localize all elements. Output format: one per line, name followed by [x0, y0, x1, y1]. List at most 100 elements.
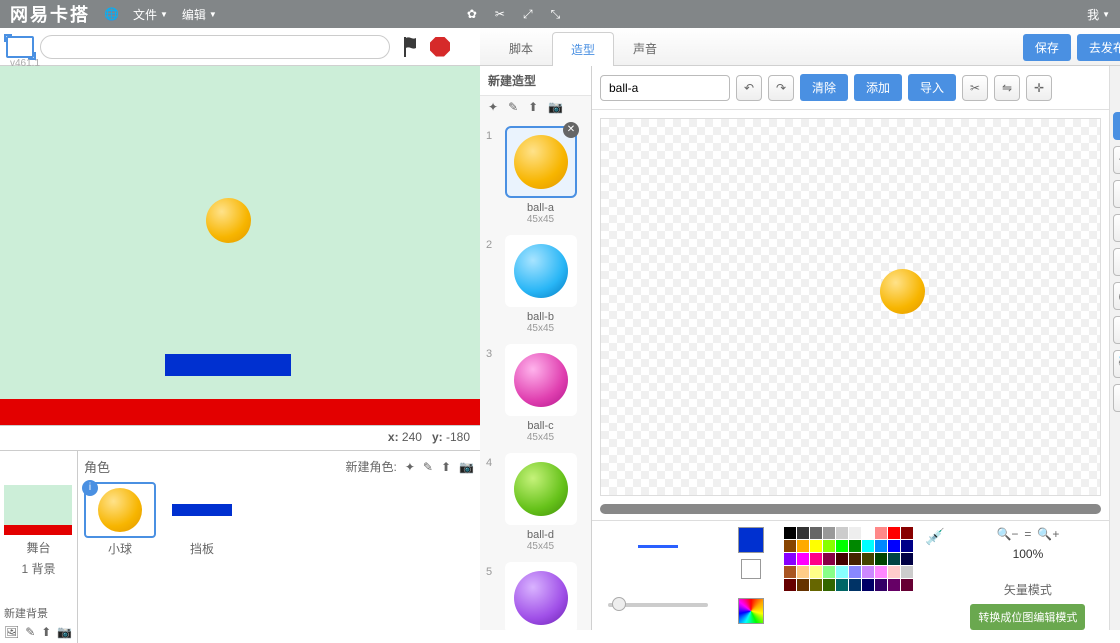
costume-upload-icon[interactable]: ⬆ [528, 100, 538, 114]
palette-swatch[interactable] [823, 540, 835, 552]
palette-swatch[interactable] [836, 527, 848, 539]
palette-swatch[interactable] [823, 566, 835, 578]
fullscreen-icon[interactable] [6, 36, 34, 58]
backdrop-library-icon[interactable]: 🖼 [4, 625, 19, 639]
stroke-width-slider[interactable] [608, 603, 708, 607]
zoom-in-icon[interactable]: 🔍+ [1037, 527, 1059, 541]
palette-swatch[interactable] [862, 540, 874, 552]
reshape-tool-icon[interactable]: 〰 [1113, 146, 1120, 174]
stage-thumbnail[interactable] [4, 485, 72, 535]
scissors-icon[interactable]: ✂ [495, 7, 505, 22]
palette-swatch[interactable] [875, 540, 887, 552]
stamp-icon[interactable]: ✿ [467, 7, 477, 22]
center-icon[interactable]: ✛ [1026, 75, 1052, 101]
palette-swatch[interactable] [862, 579, 874, 591]
secondary-color-swatch[interactable] [741, 559, 761, 579]
shrink-icon[interactable]: ⤡ [551, 7, 561, 22]
palette-swatch[interactable] [849, 566, 861, 578]
zoom-out-icon[interactable]: 🔍− [996, 527, 1018, 541]
palette-swatch[interactable] [797, 566, 809, 578]
costume-item-ball-b[interactable]: 2 ✕ ball-b 45x45 [500, 235, 581, 334]
palette-swatch[interactable] [810, 540, 822, 552]
costume-camera-icon[interactable]: 📷 [548, 100, 563, 114]
palette-swatch[interactable] [784, 540, 796, 552]
palette-swatch[interactable] [888, 540, 900, 552]
project-title-input[interactable] [40, 35, 390, 59]
stage-sprite-paddle[interactable] [165, 354, 291, 376]
palette-swatch[interactable] [901, 566, 913, 578]
palette-swatch[interactable] [888, 553, 900, 565]
palette-swatch[interactable] [797, 527, 809, 539]
eyedropper-icon[interactable]: 💉 [925, 527, 945, 547]
undo-button[interactable]: ↶ [736, 75, 762, 101]
palette-swatch[interactable] [901, 540, 913, 552]
palette-swatch[interactable] [810, 553, 822, 565]
costume-delete-icon[interactable]: ✕ [563, 122, 579, 138]
select-tool-icon[interactable]: ↖ [1113, 112, 1120, 140]
paint-canvas[interactable] [600, 118, 1101, 496]
palette-swatch[interactable] [823, 553, 835, 565]
add-button[interactable]: 添加 [854, 74, 902, 101]
backdrop-camera-icon[interactable]: 📷 [57, 625, 72, 639]
menu-file[interactable]: 文件▼ [133, 6, 168, 23]
sprite-upload-icon[interactable]: ⬆ [441, 460, 451, 474]
palette-swatch[interactable] [810, 566, 822, 578]
palette-swatch[interactable] [784, 553, 796, 565]
palette-swatch[interactable] [862, 566, 874, 578]
tab-costumes[interactable]: 造型 [552, 32, 614, 66]
line-tool-icon[interactable]: ＼ [1113, 214, 1120, 242]
stage[interactable] [0, 66, 480, 426]
palette-swatch[interactable] [901, 579, 913, 591]
palette-swatch[interactable] [849, 540, 861, 552]
costume-name-input[interactable] [600, 75, 730, 101]
costume-item-ball-e[interactable]: 5 ✕ ball-e 45x45 [500, 562, 581, 630]
backdrop-upload-icon[interactable]: ⬆ [41, 625, 51, 639]
green-flag-button[interactable] [400, 35, 424, 59]
sprite-item-ball[interactable]: i 小球 [84, 482, 156, 557]
color-picker-icon[interactable] [738, 598, 764, 624]
palette-swatch[interactable] [784, 566, 796, 578]
palette-swatch[interactable] [836, 553, 848, 565]
costume-paint-icon[interactable]: ✎ [508, 100, 518, 114]
backdrop-paint-icon[interactable]: ✎ [25, 625, 35, 639]
sprite-camera-icon[interactable]: 📷 [459, 460, 474, 474]
sprite-item-paddle[interactable]: 挡板 [166, 482, 238, 557]
palette-swatch[interactable] [810, 527, 822, 539]
palette-swatch[interactable] [797, 579, 809, 591]
zoom-reset-icon[interactable]: = [1024, 527, 1031, 541]
costume-item-ball-a[interactable]: 1 ✕ ball-a 45x45 [500, 126, 581, 225]
redo-button[interactable]: ↷ [768, 75, 794, 101]
crop-icon[interactable]: ✂ [962, 75, 988, 101]
costume-library-icon[interactable]: ✦ [488, 100, 498, 114]
sprite-paint-icon[interactable]: ✎ [423, 460, 433, 474]
import-button[interactable]: 导入 [908, 74, 956, 101]
palette-swatch[interactable] [875, 527, 887, 539]
palette-swatch[interactable] [849, 527, 861, 539]
palette-swatch[interactable] [784, 579, 796, 591]
primary-color-swatch[interactable] [738, 527, 764, 553]
fill-tool-icon[interactable]: 🪣 [1113, 350, 1120, 378]
canvas-scrollbar[interactable] [600, 504, 1101, 514]
palette-swatch[interactable] [823, 579, 835, 591]
save-button[interactable]: 保存 [1023, 34, 1071, 61]
oval-tool-icon[interactable]: ◯ [1113, 282, 1120, 310]
text-tool-icon[interactable]: T [1113, 316, 1120, 344]
costume-item-ball-d[interactable]: 4 ✕ ball-d 45x45 [500, 453, 581, 552]
palette-swatch[interactable] [875, 566, 887, 578]
palette-swatch[interactable] [823, 527, 835, 539]
canvas-ball-shape[interactable] [880, 269, 925, 314]
palette-swatch[interactable] [810, 579, 822, 591]
costume-item-ball-c[interactable]: 3 ✕ ball-c 45x45 [500, 344, 581, 443]
tab-sounds[interactable]: 声音 [614, 31, 676, 65]
publish-button[interactable]: 去发布 [1077, 34, 1120, 61]
pen-tool-icon[interactable]: ✎ [1113, 180, 1120, 208]
stop-button[interactable] [430, 37, 450, 57]
palette-swatch[interactable] [836, 579, 848, 591]
palette-swatch[interactable] [888, 527, 900, 539]
menu-me[interactable]: 我▼ [1087, 6, 1110, 23]
palette-swatch[interactable] [836, 540, 848, 552]
rect-tool-icon[interactable]: ▭ [1113, 248, 1120, 276]
sprite-info-icon[interactable]: i [82, 480, 98, 496]
palette-swatch[interactable] [836, 566, 848, 578]
palette-swatch[interactable] [862, 553, 874, 565]
